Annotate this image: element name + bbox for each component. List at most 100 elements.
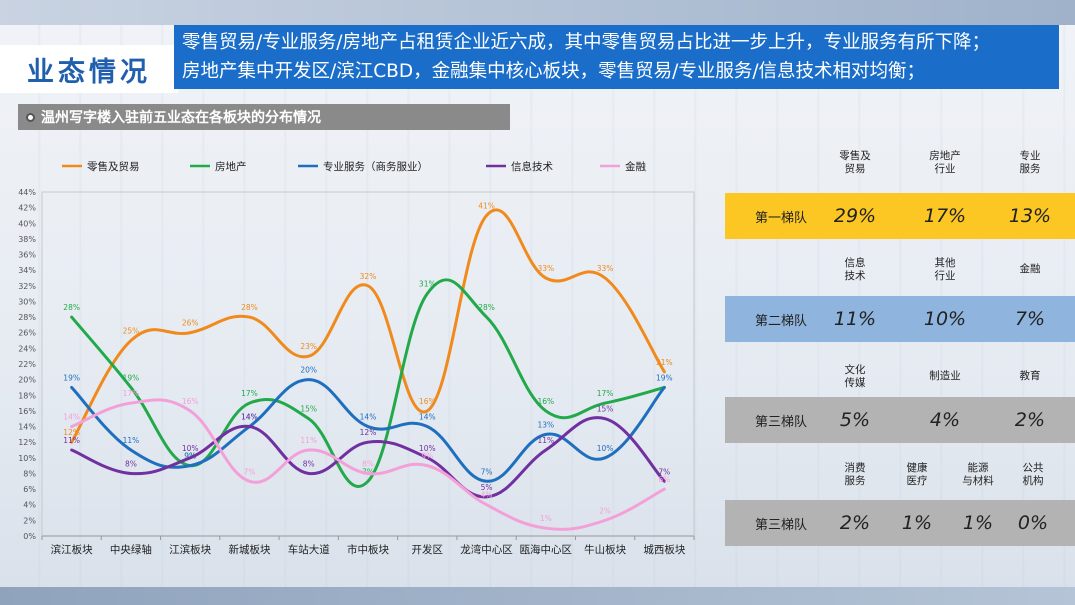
- data-label: 41%: [478, 201, 495, 210]
- y-tick-label: 22%: [18, 360, 36, 369]
- x-tick-label: 开发区: [412, 543, 444, 556]
- bottom-decor-band: [0, 587, 1075, 605]
- data-label: 9%: [421, 452, 433, 461]
- tier-value: 2%: [1014, 409, 1046, 431]
- data-label: 10%: [182, 444, 199, 453]
- data-label: 1%: [540, 514, 552, 523]
- tier-value: 13%: [1008, 205, 1052, 227]
- tier-value: 10%: [923, 308, 967, 330]
- tier-band: 第一梯队 29% 17% 13%: [725, 193, 1075, 239]
- data-label: 23%: [300, 342, 317, 351]
- data-label: 28%: [478, 303, 495, 312]
- data-label: 17%: [241, 389, 258, 398]
- data-label: 19%: [63, 373, 80, 382]
- chart-subtitle: 温州写字楼入驻前五业态在各板块的分布情况: [41, 110, 321, 126]
- y-tick-label: 30%: [18, 297, 36, 306]
- tier-value: 1%: [901, 512, 933, 534]
- data-label: 14%: [419, 413, 436, 422]
- legend-label: 信息技术: [511, 160, 553, 173]
- data-label: 14%: [241, 413, 258, 422]
- data-label: 20%: [300, 366, 317, 375]
- data-label: 16%: [182, 397, 199, 406]
- tier-name: 第二梯队: [755, 313, 808, 329]
- data-label: 8%: [303, 459, 315, 468]
- x-tick-label: 滨江板块: [51, 543, 93, 556]
- data-label: 33%: [537, 264, 554, 273]
- data-label: 6%: [658, 475, 670, 484]
- data-label: 15%: [597, 405, 614, 414]
- y-tick-label: 42%: [18, 204, 36, 213]
- y-tick-label: 4%: [23, 501, 36, 510]
- y-tick-label: 26%: [18, 329, 36, 338]
- y-tick-label: 28%: [18, 313, 36, 322]
- tier-value: 17%: [923, 205, 967, 227]
- tier-value: 7%: [1014, 308, 1046, 330]
- x-tick-label: 牛山板块: [584, 543, 626, 556]
- y-tick-label: 8%: [23, 469, 36, 478]
- tier-category-label: 零售及 贸易: [839, 150, 871, 175]
- data-label: 7%: [244, 467, 256, 476]
- header-description: 零售贸易/专业服务/房地产占租赁企业近六成，其中零售贸易占比进一步上升，专业服务…: [174, 25, 1059, 89]
- tier-category-label: 制造业: [929, 370, 961, 382]
- tier-value: 11%: [833, 308, 877, 330]
- data-label: 17%: [597, 389, 614, 398]
- legend-label: 零售及贸易: [87, 160, 140, 173]
- data-label: 28%: [241, 303, 258, 312]
- data-label: 26%: [182, 319, 199, 328]
- tier-band: 第三梯队 5% 4% 2%: [725, 397, 1075, 443]
- data-label: 11%: [63, 436, 80, 445]
- x-tick-label: 车站大道: [288, 543, 330, 556]
- data-label: 28%: [63, 303, 80, 312]
- data-label: 33%: [597, 264, 614, 273]
- bullet-icon: [26, 112, 35, 122]
- tier-name: 第三梯队: [755, 517, 808, 533]
- tier-category-label: 公共 机构: [1022, 462, 1044, 487]
- y-tick-label: 0%: [23, 532, 36, 541]
- tier-category-label: 文化 传媒: [844, 364, 866, 389]
- data-label: 8%: [362, 459, 374, 468]
- legend-label: 金融: [625, 160, 646, 173]
- header-desc-line-2: 房地产集中开发区/滨江CBD，金融集中核心板块，零售贸易/专业服务/信息技术相对…: [182, 61, 926, 82]
- data-label: 12%: [360, 428, 377, 437]
- data-label: 10%: [597, 444, 614, 453]
- data-label: 16%: [537, 397, 554, 406]
- data-label: 4%: [481, 491, 493, 500]
- tier-band: 第三梯队 2% 1% 1% 0%: [725, 500, 1075, 546]
- tier-value: 4%: [929, 409, 961, 431]
- tier-category-label: 其他 行业: [934, 257, 956, 282]
- y-tick-label: 10%: [18, 454, 36, 463]
- data-label: 7%: [481, 467, 493, 476]
- data-label: 32%: [360, 272, 377, 281]
- data-label: 11%: [123, 436, 140, 445]
- data-label: 19%: [656, 373, 673, 382]
- tier-value: 2%: [839, 512, 871, 534]
- chart-subtitle-bar: 温州写字楼入驻前五业态在各板块的分布情况: [18, 104, 510, 130]
- y-tick-label: 32%: [18, 282, 36, 291]
- series-line: [70, 208, 666, 444]
- x-tick-label: 市中板块: [347, 543, 389, 556]
- header-desc-line-1: 零售贸易/专业服务/房地产占租赁企业近六成，其中零售贸易占比进一步上升，专业服务…: [182, 32, 990, 53]
- data-label: 25%: [123, 327, 140, 336]
- y-tick-label: 20%: [18, 376, 36, 385]
- y-tick-label: 38%: [18, 235, 36, 244]
- y-tick-label: 16%: [18, 407, 36, 416]
- tier-value: 0%: [1017, 512, 1049, 534]
- y-tick-label: 6%: [23, 485, 36, 494]
- x-tick-label: 中央绿轴: [110, 543, 152, 556]
- tier-name: 第一梯队: [755, 210, 808, 226]
- data-label: 11%: [537, 436, 554, 445]
- x-tick-label: 龙湾中心区: [460, 543, 513, 556]
- y-tick-label: 36%: [18, 251, 36, 260]
- tier-category-label: 消费 服务: [844, 462, 866, 487]
- y-tick-label: 24%: [18, 344, 36, 353]
- data-label: 14%: [360, 413, 377, 422]
- y-tick-label: 14%: [18, 423, 36, 432]
- data-label: 16%: [419, 397, 436, 406]
- plot-area: [41, 191, 695, 537]
- y-tick-label: 40%: [18, 219, 36, 228]
- x-tick-label: 瓯海中心区: [520, 543, 573, 556]
- tier-category-label: 信息 技术: [844, 257, 866, 282]
- tier-category-label: 金融: [1019, 263, 1041, 275]
- data-label: 17%: [123, 389, 140, 398]
- y-tick-label: 18%: [18, 391, 36, 400]
